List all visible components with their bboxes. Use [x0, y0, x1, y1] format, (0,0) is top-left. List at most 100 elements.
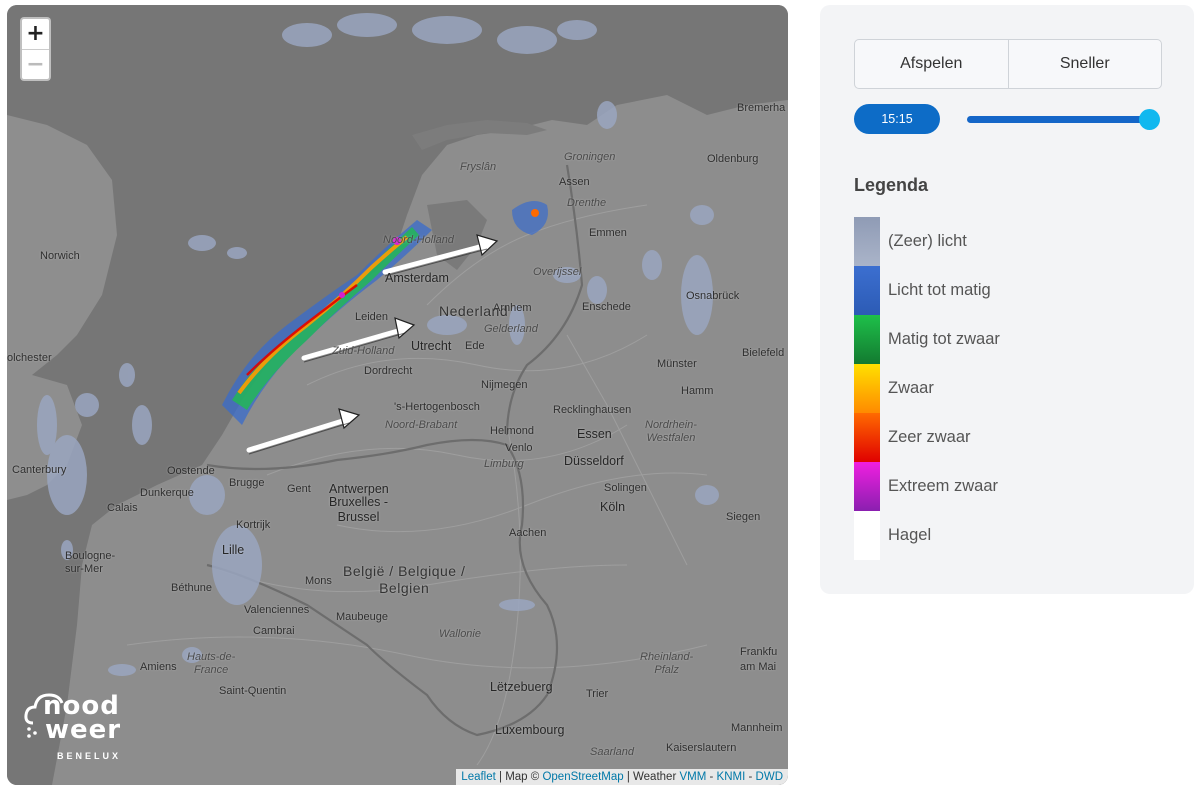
map-label: Frankfu am Mai: [740, 646, 778, 673]
legend-item: Hagel: [854, 511, 1174, 560]
zoom-control: + −: [20, 17, 51, 81]
legend-title: Legenda: [854, 175, 929, 195]
map-label: 's-Hertogenbosch: [394, 401, 480, 413]
map-label: Dunkerque: [140, 487, 194, 499]
noodweer-logo: nood weer BENELUX: [23, 683, 143, 773]
map-label: Amsterdam: [385, 271, 449, 285]
map-label: Saarland: [590, 746, 635, 758]
zoom-in-button[interactable]: +: [22, 19, 49, 50]
legend-swatch: [854, 462, 880, 511]
map-label: Bruxelles - Brussel: [329, 495, 389, 524]
legend-item: Matig tot zwaar: [854, 315, 1174, 364]
map-label: Boulogne- sur-Mer: [65, 550, 116, 575]
legend-swatch: [854, 266, 880, 315]
attribution-text: -: [706, 771, 717, 783]
map-attribution: Leaflet | Map © OpenStreetMap | Weather …: [456, 769, 788, 785]
map-label: Noord-Holland: [383, 234, 454, 246]
zoom-out-button[interactable]: −: [22, 50, 49, 79]
map-label: Gent: [287, 483, 311, 495]
map-label: Siegen: [726, 511, 761, 523]
legend-swatch: [854, 217, 880, 266]
map-label: Nijmegen: [481, 379, 528, 391]
dwd-link[interactable]: DWD: [756, 771, 783, 783]
radar-map[interactable]: Norwich olchester Canterbury Calais Boul…: [7, 5, 788, 785]
map-label: Helmond: [490, 425, 535, 437]
vmm-link[interactable]: VMM: [679, 771, 706, 783]
map-label: Leiden: [355, 311, 389, 323]
map-label: Essen: [577, 427, 612, 441]
map-label: Bielefeld: [742, 347, 785, 359]
legend-label: Zwaar: [888, 379, 934, 397]
map-label: Venlo: [505, 442, 533, 454]
map-label: Canterbury: [12, 464, 67, 476]
legend-swatch: [854, 364, 880, 413]
map-label: Emmen: [589, 227, 627, 239]
legend-label: Matig tot zwaar: [888, 330, 1000, 348]
map-label: Gelderland: [484, 323, 538, 335]
map-label: Arnhem: [493, 302, 532, 314]
map-label: Lille: [222, 543, 245, 557]
map-label: Assen: [559, 176, 590, 188]
map-label: Norwich: [40, 250, 80, 262]
playback-buttons: Afspelen Sneller: [854, 39, 1162, 89]
map-label: Utrecht: [411, 339, 452, 353]
logo-subtext: BENELUX: [57, 751, 122, 761]
map-label: Recklinghausen: [553, 404, 632, 416]
time-slider[interactable]: [967, 116, 1153, 123]
map-label: Aachen: [509, 527, 547, 539]
map-label: Hauts-de- France: [187, 651, 236, 676]
play-button[interactable]: Afspelen: [855, 40, 1008, 88]
legend: (Zeer) licht Licht tot matig Matig tot z…: [854, 217, 1174, 560]
map-label: olchester: [7, 352, 52, 364]
knmi-link[interactable]: KNMI: [717, 771, 746, 783]
legend-swatch: [854, 511, 880, 560]
legend-label: (Zeer) licht: [888, 232, 967, 250]
attribution-text: | Weather: [623, 771, 680, 783]
faster-button[interactable]: Sneller: [1007, 40, 1162, 88]
map-label: Calais: [107, 502, 138, 514]
map-label: Antwerpen: [329, 482, 389, 496]
map-label: Fryslân: [460, 161, 497, 173]
map-label: Ede: [465, 340, 485, 352]
map-label: Limburg: [484, 458, 524, 470]
map-label: Valenciennes: [244, 604, 310, 616]
legend-item: Zeer zwaar: [854, 413, 1174, 462]
map-label: Enschede: [582, 301, 631, 313]
map-label: Oostende: [167, 465, 215, 477]
legend-item: Licht tot matig: [854, 266, 1174, 315]
leaflet-link[interactable]: Leaflet: [461, 771, 496, 783]
logo-text-bottom: weer: [45, 715, 122, 745]
map-label: Oldenburg: [707, 153, 759, 165]
map-label: Lëtzebuerg: [490, 680, 553, 694]
map-label: Trier: [586, 688, 609, 700]
map-label: Overijssel: [533, 266, 582, 278]
time-badge: 15:15: [854, 104, 940, 134]
osm-link[interactable]: OpenStreetMap: [542, 771, 623, 783]
map-label: Noord-Brabant: [385, 419, 458, 431]
time-slider-thumb[interactable]: [1139, 109, 1160, 130]
legend-label: Zeer zwaar: [888, 428, 971, 446]
attribution-text: -: [745, 771, 756, 783]
map-label: Düsseldorf: [564, 454, 624, 468]
map-label: Nordrhein- Westfalen: [645, 419, 697, 444]
attribution-text: | Map ©: [495, 771, 543, 783]
legend-label: Extreem zwaar: [888, 477, 999, 495]
map-label: Osnabrück: [686, 290, 740, 302]
legend-item: (Zeer) licht: [854, 217, 1174, 266]
legend-swatch: [854, 315, 880, 364]
map-label: Hamm: [681, 385, 714, 397]
map-label: Zuid-Holland: [332, 345, 395, 357]
map-label: Münster: [657, 358, 697, 370]
map-label: Amiens: [140, 661, 177, 673]
map-label: Dordrecht: [364, 365, 413, 377]
map-label: Saint-Quentin: [219, 685, 287, 697]
map-label: Kortrijk: [236, 519, 271, 531]
map-label: België / Belgique / Belgien: [343, 563, 466, 596]
map-label: Cambrai: [253, 625, 295, 637]
legend-swatch: [854, 413, 880, 462]
map-label: Köln: [600, 500, 626, 514]
map-label: Rheinland- Pfalz: [640, 651, 694, 676]
map-label: Solingen: [604, 482, 647, 494]
control-panel: Afspelen Sneller 15:15 Legenda (Zeer) li…: [820, 5, 1194, 594]
map-label: Béthune: [171, 582, 212, 594]
